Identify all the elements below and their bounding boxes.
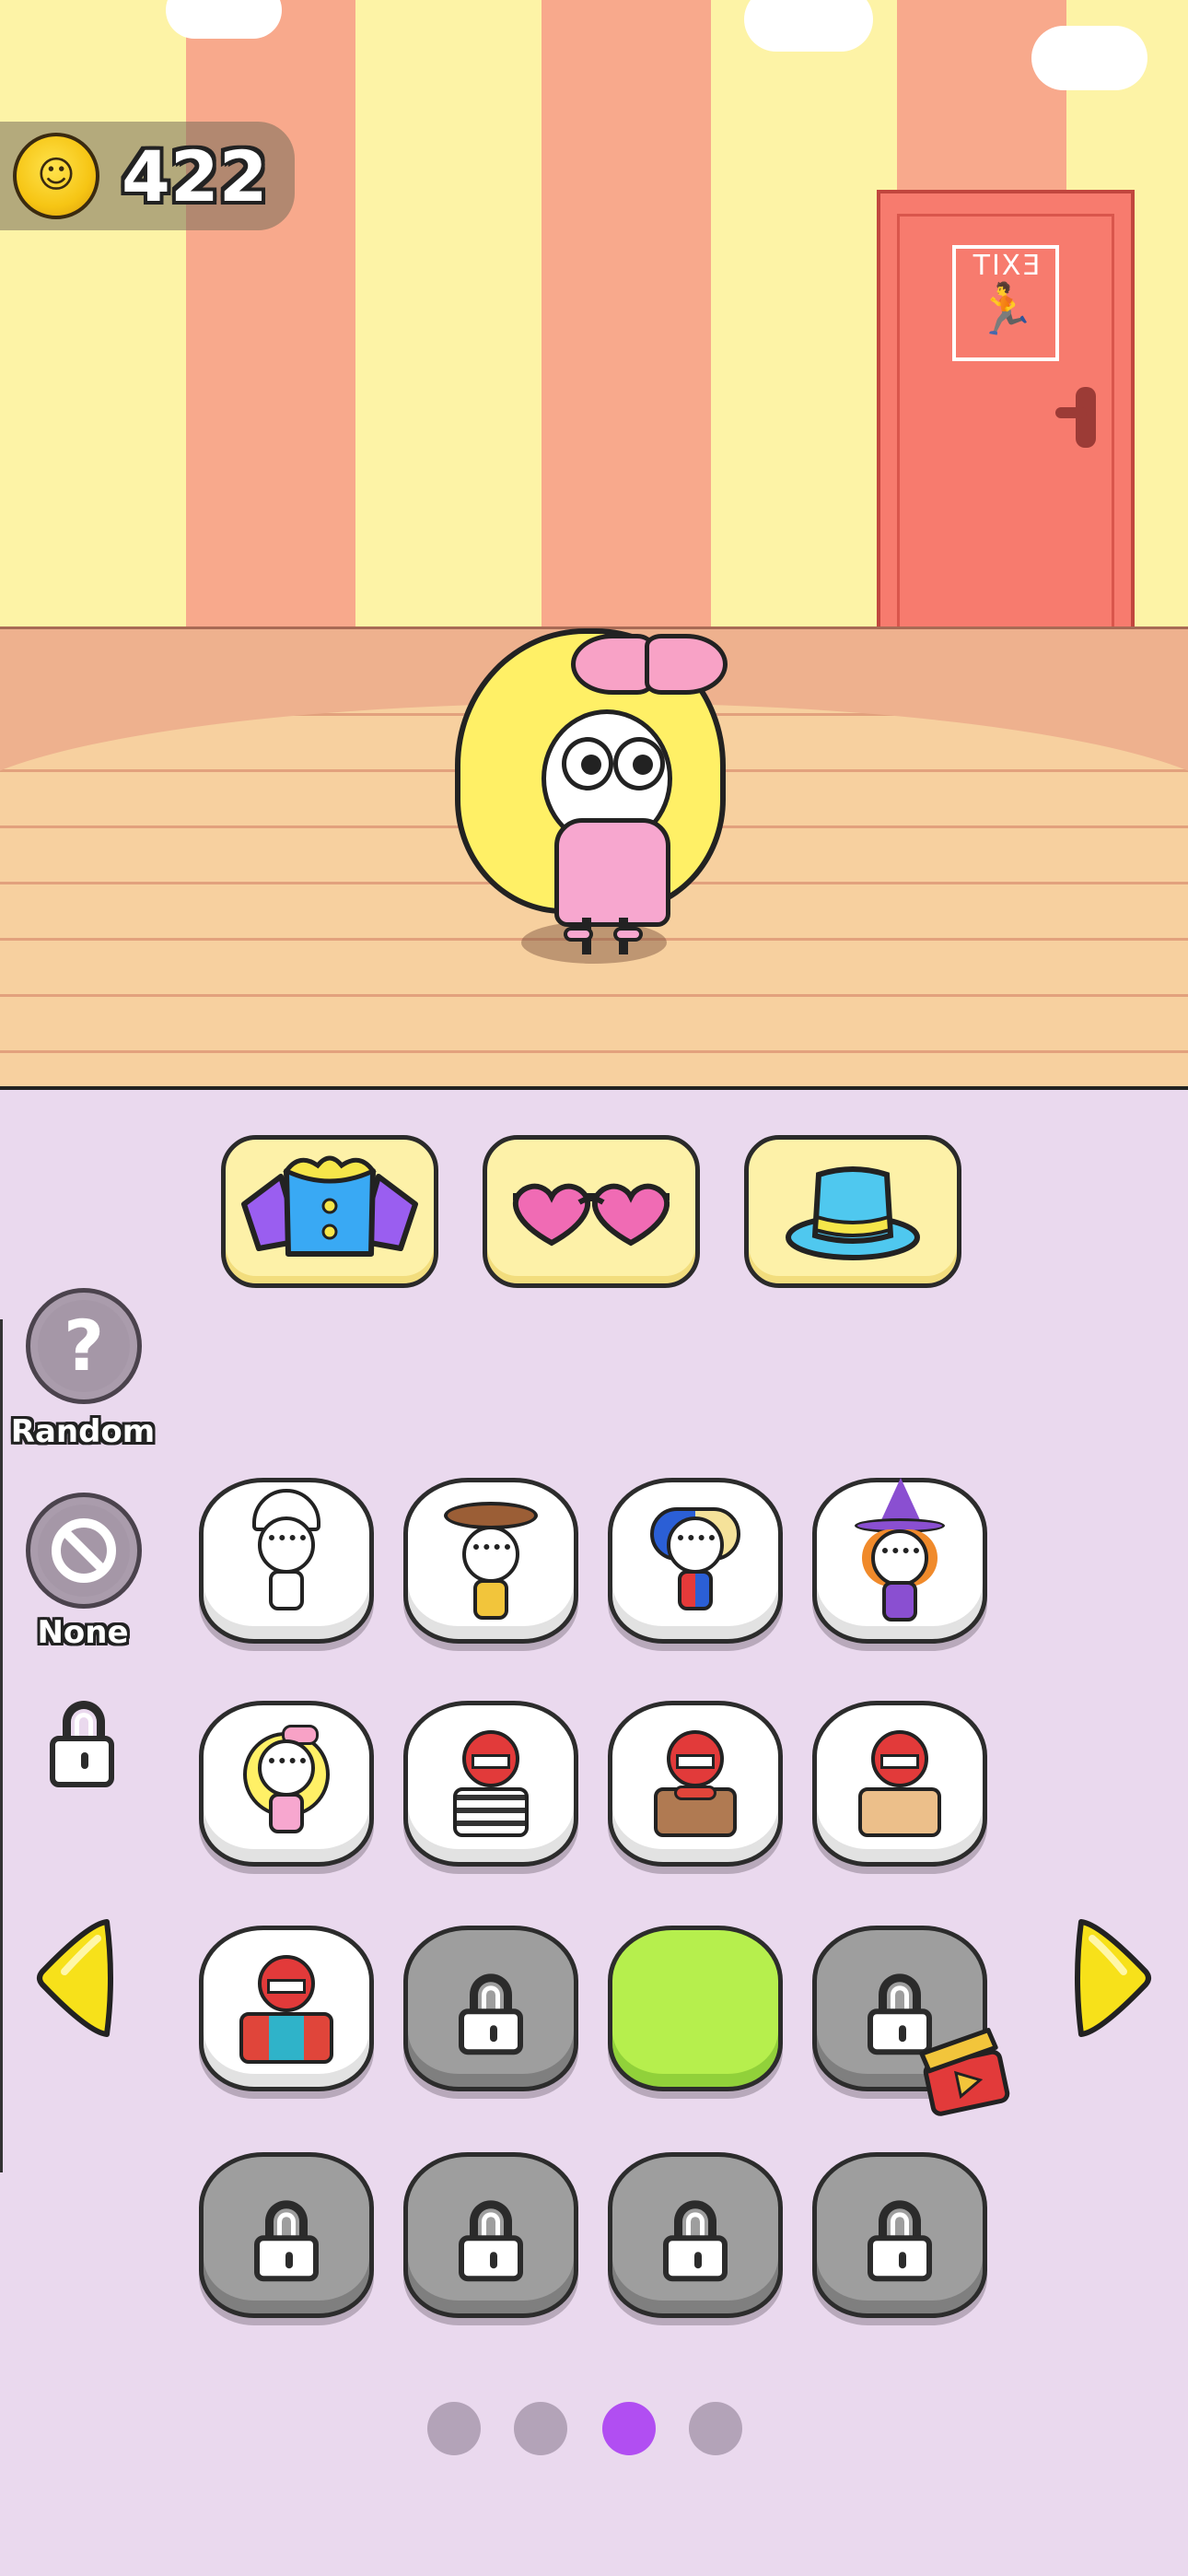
prohibited-icon [52,1518,116,1583]
side-lock-icon [50,1695,120,1797]
item-locked[interactable] [608,2152,783,2318]
item-witch[interactable] [812,1478,987,1644]
page-dot-2[interactable] [514,2402,567,2455]
item-monster-scarf[interactable] [608,1701,783,1867]
character-shadow [521,921,667,964]
character-body [882,1581,917,1622]
lock-icon [459,2200,523,2282]
tan-jacket [858,1787,941,1837]
exit-door[interactable]: EXIT 🏃 [877,190,1135,626]
monster-teeth [880,1754,919,1769]
running-man-icon: 🏃 [974,280,1037,338]
character-body [678,1570,713,1610]
page-dot-3[interactable] [602,2402,656,2455]
door-handle-bar [1055,407,1087,418]
monster-scarf-character-icon [654,1719,737,1848]
character-eye-left [562,737,613,790]
item-cowboy[interactable] [403,1478,578,1644]
character-eyes [678,1535,715,1553]
cloud [166,0,282,39]
red-scarf [674,1786,716,1800]
monster-jacket-character-icon [858,1719,941,1848]
top-hat-icon [786,1166,920,1260]
lock-body [50,1736,114,1787]
character-shoe [613,927,643,942]
prev-page-arrow-icon[interactable] [33,1914,116,2042]
random-button[interactable]: ? [26,1288,142,1404]
item-locked[interactable] [199,2152,374,2318]
character-body [269,1793,304,1833]
character-dress [554,818,670,927]
character-body [269,1570,304,1610]
cowboy-character-icon [444,1496,538,1625]
item-harley[interactable] [608,1478,783,1644]
hair-bow-left [571,634,654,695]
lock-icon [459,1973,523,2055]
witch-character-icon [855,1478,945,1625]
tab-glasses[interactable] [483,1135,700,1288]
coin-icon: ☺ [13,133,99,219]
page-dot-4[interactable] [689,2402,742,2455]
mime-shirt [453,1787,529,1837]
item-mime[interactable] [403,1701,578,1867]
video-ad-icon [919,2028,1010,2116]
item-princess[interactable] [199,1701,374,1867]
character-eyes [473,1544,510,1563]
monster-teeth [472,1754,510,1769]
character-shoe [564,927,593,942]
pupil [633,755,653,775]
tab-hat[interactable] [744,1135,961,1288]
character-eye-right [613,737,665,790]
character-eyes [269,1758,306,1776]
harley-character-icon [650,1496,740,1625]
random-label: Random [10,1413,156,1450]
shirt-icon [241,1155,418,1257]
character-eyes [882,1548,919,1566]
item-chef[interactable] [199,1478,374,1644]
lock-icon [663,2200,728,2282]
monster-clown-character-icon [239,1944,333,2073]
item-locked[interactable] [403,1926,578,2091]
lock-icon [868,2200,932,2282]
mime-character-icon [449,1719,532,1848]
cloud [1031,26,1147,90]
red-suit [239,2012,333,2064]
divider [0,1086,1188,1090]
tab-outfit[interactable] [221,1135,438,1288]
pupil [581,755,601,775]
exit-sign: EXIT 🏃 [952,245,1059,361]
item-selected[interactable] [608,1926,783,2091]
monster-teeth [267,1979,306,1994]
game-scene: EXIT 🏃 ☺ 422 [0,0,1188,1090]
none-label: None [37,1614,129,1651]
character-eyes [269,1535,306,1553]
lock-icon [254,2200,319,2282]
page-dot-1[interactable] [427,2402,481,2455]
heart-glasses-icon [512,1183,670,1247]
item-monster-clown[interactable] [199,1926,374,2091]
none-button[interactable] [26,1493,142,1609]
item-locked[interactable] [403,2152,578,2318]
coin-count: 422 [122,135,268,217]
witch-hat [880,1478,921,1522]
hair-bow-right [645,634,728,695]
next-page-arrow-icon[interactable] [1072,1914,1155,2042]
exit-sign-text: EXIT [971,250,1041,282]
monster-teeth [676,1754,715,1769]
lock-keyhole [81,1752,88,1769]
character-body [473,1579,508,1620]
chef-character-icon [245,1489,328,1625]
question-mark-icon: ? [63,1305,105,1387]
princess-character-icon [243,1719,330,1848]
item-monster-jacket[interactable] [812,1701,987,1867]
cloud [744,0,873,52]
item-locked[interactable] [812,2152,987,2318]
